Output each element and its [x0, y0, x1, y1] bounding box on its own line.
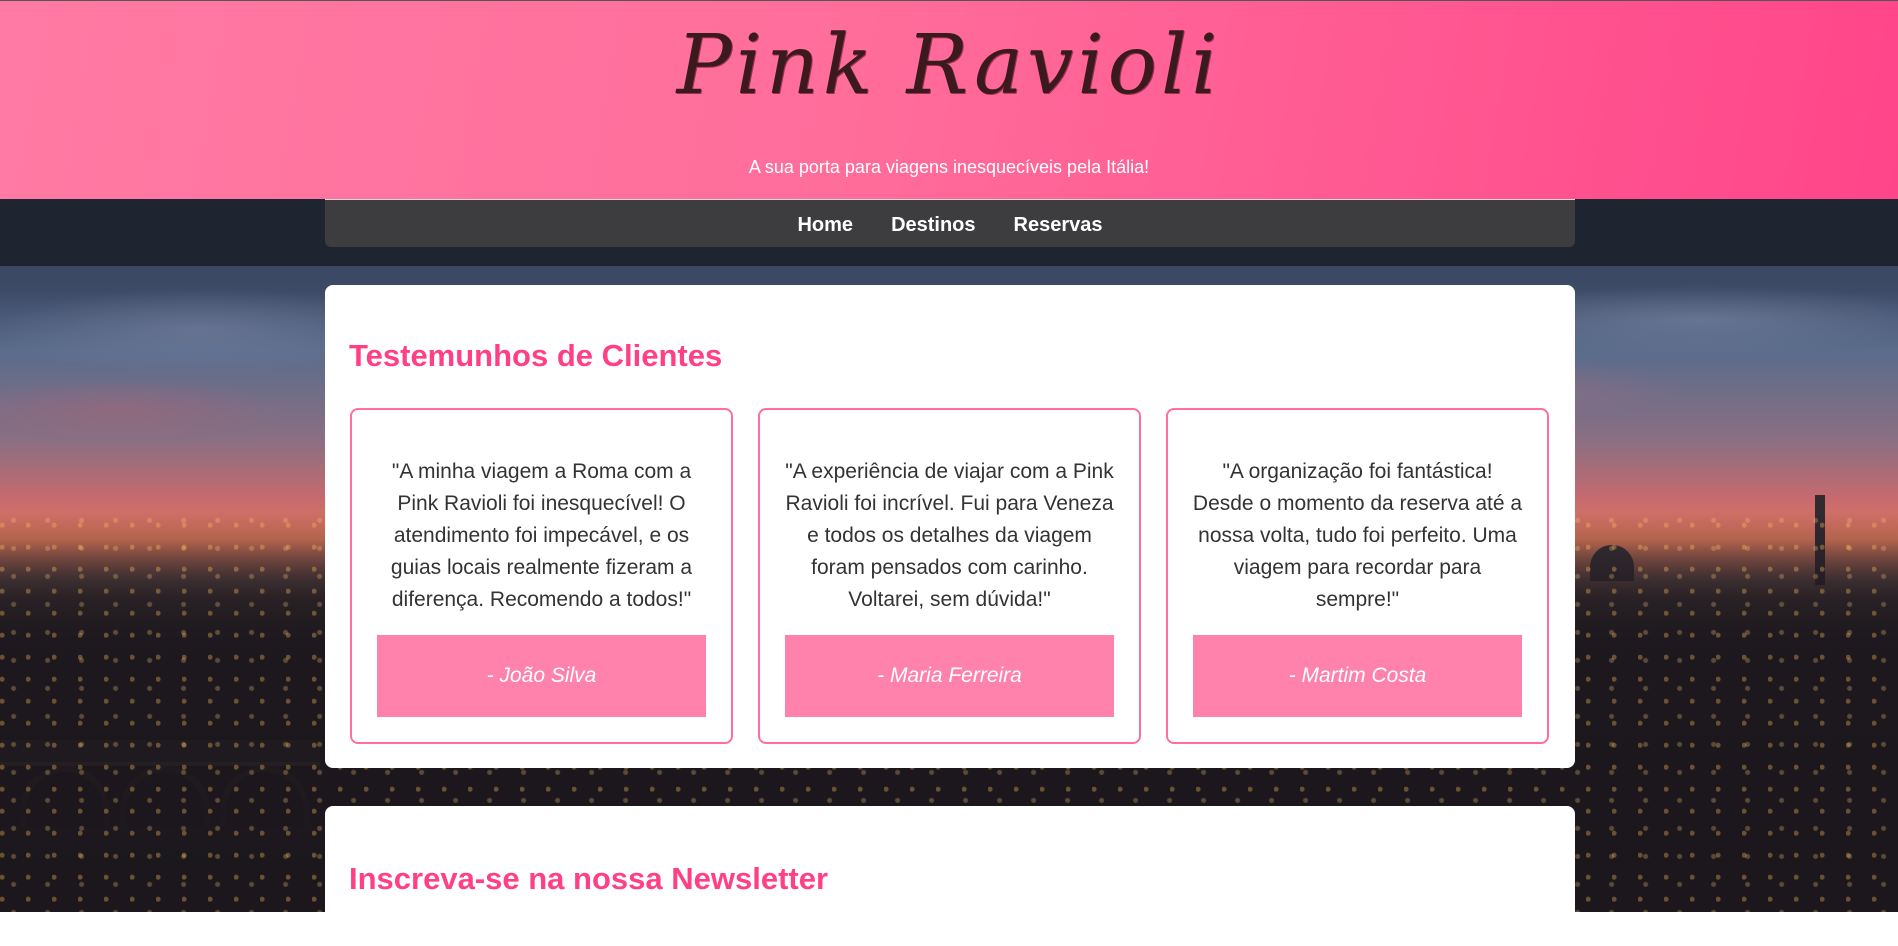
testimonial-quote: "A experiência de viajar com a Pink Ravi… — [785, 460, 1114, 611]
nav-link-destinos[interactable]: Destinos — [891, 214, 975, 237]
testimonial-quote: "A organização foi fantástica! Desde o m… — [1192, 460, 1523, 611]
testimonials-section: Testemunhos de Clientes "A minha viagem … — [325, 285, 1575, 768]
newsletter-section: Inscreva-se na nossa Newsletter — [325, 806, 1575, 946]
testimonial-card: "A experiência de viajar com a Pink Ravi… — [758, 408, 1141, 744]
nav-link-reservas[interactable]: Reservas — [1014, 214, 1103, 237]
newsletter-title: Inscreva-se na nossa Newsletter — [349, 861, 829, 896]
testimonial-card: "A minha viagem a Roma com a Pink Raviol… — [350, 408, 733, 744]
testimonial-card: "A organização foi fantástica! Desde o m… — [1166, 408, 1549, 744]
brand-logo[interactable]: Pink Ravioli — [0, 25, 1898, 107]
nav-link-home[interactable]: Home — [797, 214, 853, 237]
testimonial-quote: "A minha viagem a Roma com a Pink Raviol… — [390, 460, 693, 611]
testimonials-title: Testemunhos de Clientes — [349, 338, 723, 373]
testimonial-author: - Martim Costa — [1193, 635, 1522, 717]
main-nav: Home Destinos Reservas — [325, 199, 1575, 247]
tagline: A sua porta para viagens inesquecíveis p… — [748, 157, 1150, 177]
site-header: Pink Ravioli A sua porta para viagens in… — [0, 0, 1898, 199]
testimonial-author: - Maria Ferreira — [785, 635, 1114, 717]
testimonial-author: - João Silva — [377, 635, 706, 717]
